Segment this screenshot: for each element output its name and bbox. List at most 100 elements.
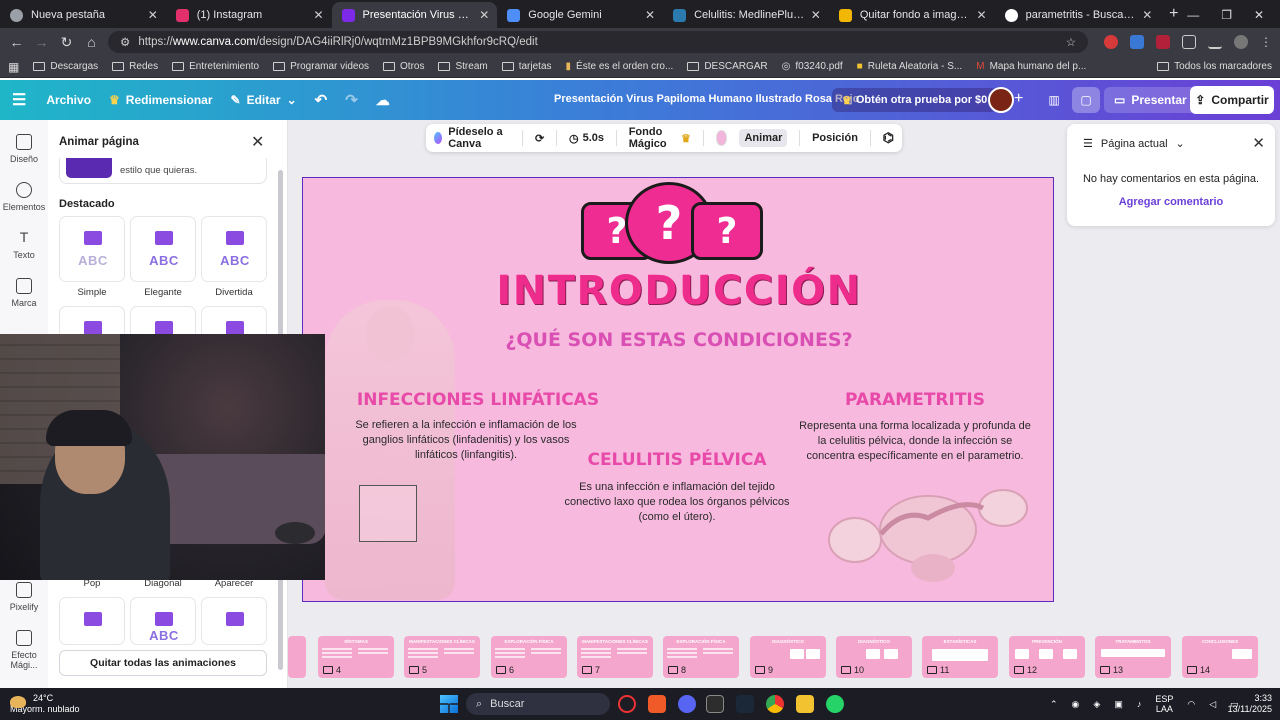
bookmark-tarjetas[interactable]: tarjetas xyxy=(501,61,552,72)
apps-grid-icon[interactable]: ▦ xyxy=(8,60,19,74)
profile-icon[interactable] xyxy=(1234,35,1248,49)
slide-thumbnail[interactable]: MANIFESTACIONES CLÍNICAS 7 xyxy=(577,636,653,678)
taskbar-search[interactable]: ⌕ Buscar xyxy=(466,693,610,715)
tab-google-search[interactable]: parametritis - Buscar con Goog ✕ xyxy=(995,2,1161,28)
menu-dots-icon[interactable]: ⋮ xyxy=(1260,35,1272,49)
close-icon[interactable]: ✕ xyxy=(1252,134,1265,152)
close-tab-icon[interactable]: ✕ xyxy=(645,8,655,22)
rail-pixelify[interactable]: Pixelify xyxy=(0,582,48,612)
present-button[interactable]: ▭ Presentar xyxy=(1104,87,1197,113)
chrome-icon[interactable] xyxy=(766,695,784,713)
hamburger-menu-icon[interactable]: ☰ xyxy=(12,90,26,110)
slide-thumbnail[interactable]: PREVENCIÓN 12 xyxy=(1009,636,1085,678)
bookmark-descargar[interactable]: DESCARGAR xyxy=(687,61,768,72)
bookmark-stream[interactable]: Stream xyxy=(438,61,488,72)
back-icon[interactable]: ← xyxy=(8,34,25,50)
clock[interactable]: 3:33 13/11/2025 xyxy=(1224,693,1272,715)
bookmark-descargas[interactable]: Descargas xyxy=(33,61,98,72)
bookmark-all[interactable]: Todos los marcadores xyxy=(1157,61,1272,72)
discord-icon[interactable] xyxy=(678,695,696,713)
avatar[interactable] xyxy=(988,87,1014,113)
anim-simple[interactable]: ABC xyxy=(59,216,125,282)
bookmark-ruleta[interactable]: ■ Ruleta Aleatoria - S... xyxy=(857,61,963,72)
app-icon[interactable] xyxy=(618,695,636,713)
editar-menu[interactable]: ✎ Editar ⌄ xyxy=(231,93,297,107)
minimize-icon[interactable]: — xyxy=(1187,8,1199,22)
tab-instagram[interactable]: (1) Instagram ✕ xyxy=(166,2,332,28)
rail-texto[interactable]: T Texto xyxy=(0,230,48,260)
cloud-save-icon[interactable]: ☁ xyxy=(376,92,390,109)
slide-thumbnail[interactable] xyxy=(288,636,306,678)
paint-format-icon[interactable]: ⌬ xyxy=(883,130,894,146)
undo-icon[interactable]: ↶ xyxy=(315,91,328,109)
style-promo-card[interactable]: estilo que quieras. xyxy=(59,158,267,184)
add-comment-link[interactable]: Agregar comentario xyxy=(1067,196,1275,208)
language-indicator[interactable]: ESP LAA xyxy=(1155,694,1173,714)
redo-icon[interactable]: ↷ xyxy=(345,91,358,109)
text-infecciones[interactable]: Se refieren a la infección e inflamación… xyxy=(351,418,581,463)
translate-icon[interactable] xyxy=(1130,35,1144,49)
puzzle-icon[interactable] xyxy=(1182,35,1196,49)
slide-thumbnail[interactable]: ESTADÍSTICAS 11 xyxy=(922,636,998,678)
close-tab-icon[interactable]: ✕ xyxy=(977,8,987,22)
volume-icon[interactable]: ◁ xyxy=(1209,699,1216,710)
rail-efecto-magico[interactable]: Efecto Mági... xyxy=(0,630,48,670)
close-tab-icon[interactable]: ✕ xyxy=(479,8,489,22)
anim-divertida[interactable]: ABC xyxy=(201,216,267,282)
new-tab-button[interactable]: + xyxy=(1160,2,1187,28)
slide-title[interactable]: INTRODUCCIÓN xyxy=(303,268,1053,314)
file-explorer-icon[interactable] xyxy=(796,695,814,713)
rail-diseno[interactable]: Diseño xyxy=(0,134,48,164)
redimensionar-button[interactable]: ♛ Redimensionar xyxy=(109,93,212,107)
anatomy-zoom-box[interactable] xyxy=(359,485,417,542)
restore-icon[interactable]: ❐ xyxy=(1221,8,1232,22)
duration-button[interactable]: ◷ 5.0s xyxy=(569,132,604,145)
anim-card[interactable]: ABC xyxy=(130,597,196,645)
magic-background-button[interactable]: Fondo Mágico ♛ xyxy=(629,126,691,150)
bookmark-redes[interactable]: Redes xyxy=(112,61,158,72)
heading-parametritis[interactable]: PARAMETRITIS xyxy=(803,390,1027,410)
anim-elegante[interactable]: ABC xyxy=(130,216,196,282)
tab-gemini[interactable]: Google Gemini ✕ xyxy=(497,2,663,28)
tab-medlineplus[interactable]: Celulitis: MedlinePlus enciclope ✕ xyxy=(663,2,829,28)
close-tab-icon[interactable]: ✕ xyxy=(148,8,158,22)
question-bubble-right[interactable]: ? xyxy=(691,202,763,260)
rail-elementos[interactable]: Elementos xyxy=(0,182,48,212)
tab-quitar-fondo[interactable]: Quitar fondo a imagenes onlin ✕ xyxy=(829,2,995,28)
tray-app-icon[interactable]: ▣ xyxy=(1114,699,1123,710)
close-window-icon[interactable]: ✕ xyxy=(1254,8,1264,22)
reload-icon[interactable]: ↻ xyxy=(58,34,75,51)
animate-button[interactable]: Animar xyxy=(739,129,788,147)
bookmark-programar-videos[interactable]: Programar videos xyxy=(273,61,369,72)
bookmark-entretenimiento[interactable]: Entretenimiento xyxy=(172,61,259,72)
share-button[interactable]: ⇪ Compartir xyxy=(1190,86,1274,114)
text-parametritis[interactable]: Representa una forma localizada y profun… xyxy=(797,419,1033,464)
tray-app-icon[interactable]: ◈ xyxy=(1093,699,1100,710)
forward-icon[interactable]: → xyxy=(33,34,50,50)
transition-icon[interactable]: ⟳ xyxy=(535,132,544,145)
tab-canva-presentation[interactable]: Presentación Virus Papiloma H ✕ xyxy=(331,2,498,28)
add-collaborator-icon[interactable]: + xyxy=(1014,90,1023,108)
bookmark-mapa[interactable]: M Mapa humano del p... xyxy=(976,61,1086,72)
bookmark-otros[interactable]: Otros xyxy=(383,61,424,72)
heading-celulitis[interactable]: CELULITIS PÉLVICA xyxy=(565,450,789,470)
close-tab-icon[interactable]: ✕ xyxy=(811,8,821,22)
extension-m-icon[interactable] xyxy=(1156,35,1170,49)
text-celulitis[interactable]: Es una infección e inflamación del tejid… xyxy=(559,480,795,525)
slide-thumbnail[interactable]: SÍNTOMAS 4 xyxy=(318,636,394,678)
slide-thumbnail[interactable]: TRATAMIENTOS 13 xyxy=(1095,636,1171,678)
windows-start-icon[interactable] xyxy=(440,695,458,713)
remove-all-animations-button[interactable]: Quitar todas las animaciones xyxy=(59,650,267,676)
position-button[interactable]: Posición xyxy=(812,132,858,144)
epic-games-icon[interactable] xyxy=(706,695,724,713)
slide-thumbnail[interactable]: EXPLORACIÓN FÍSICA 6 xyxy=(491,636,567,678)
steam-icon[interactable] xyxy=(736,695,754,713)
uterus-illustration[interactable] xyxy=(823,468,1033,588)
url-field[interactable]: ⚙ https://www.canva.com/design/DAG4iiRlR… xyxy=(108,31,1088,53)
wifi-icon[interactable]: ◠ xyxy=(1187,699,1195,710)
background-color-swatch[interactable] xyxy=(715,130,728,146)
brave-icon[interactable] xyxy=(648,695,666,713)
anim-card[interactable] xyxy=(201,597,267,645)
ask-canva-button[interactable]: Pídeselo a Canva xyxy=(434,126,510,150)
slide-thumbnail[interactable]: CONCLUSIONES 14 xyxy=(1182,636,1258,678)
